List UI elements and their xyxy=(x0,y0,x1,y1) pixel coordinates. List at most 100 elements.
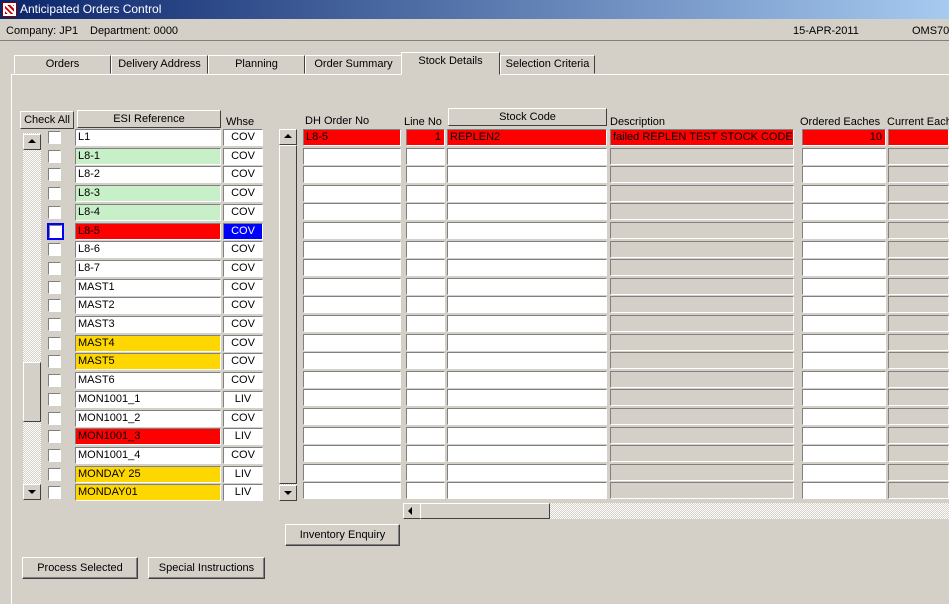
whse-cell[interactable]: COV xyxy=(223,335,263,352)
row-checkbox[interactable] xyxy=(48,299,61,312)
row-checkbox[interactable] xyxy=(48,393,61,406)
dh-order-cell[interactable] xyxy=(303,241,401,258)
ordered-eaches-cell[interactable] xyxy=(802,464,886,481)
ordered-eaches-cell[interactable] xyxy=(802,445,886,462)
row-checkbox[interactable] xyxy=(48,206,61,219)
ordered-eaches-cell[interactable] xyxy=(802,427,886,444)
ordered-eaches-cell[interactable] xyxy=(802,371,886,388)
description-cell[interactable] xyxy=(610,389,794,406)
tab-planning[interactable]: Planning xyxy=(208,55,305,74)
current-eaches-cell[interactable] xyxy=(888,241,949,258)
whse-cell[interactable]: COV xyxy=(223,148,263,165)
whse-cell[interactable]: LIV xyxy=(223,466,263,483)
whse-cell[interactable]: COV xyxy=(223,223,263,240)
stock-code-cell[interactable] xyxy=(447,389,607,406)
row-checkbox[interactable] xyxy=(48,131,61,144)
line-no-cell[interactable] xyxy=(406,408,445,425)
line-no-cell[interactable] xyxy=(406,334,445,351)
current-eaches-cell[interactable] xyxy=(888,129,949,146)
current-eaches-cell[interactable] xyxy=(888,315,949,332)
whse-cell[interactable]: COV xyxy=(223,279,263,296)
esi-reference-cell[interactable]: MON1001_3 xyxy=(75,428,221,445)
esi-reference-cell[interactable]: L8-7 xyxy=(75,260,221,277)
dh-order-cell[interactable]: L8-5 xyxy=(303,129,401,146)
dh-order-cell[interactable] xyxy=(303,296,401,313)
ordered-eaches-cell[interactable] xyxy=(802,334,886,351)
inventory-enquiry-button[interactable]: Inventory Enquiry xyxy=(285,524,400,546)
current-eaches-cell[interactable] xyxy=(888,371,949,388)
line-no-cell[interactable] xyxy=(406,166,445,183)
check-all-button[interactable]: Check All xyxy=(20,111,74,129)
current-eaches-cell[interactable] xyxy=(888,408,949,425)
ordered-eaches-cell[interactable] xyxy=(802,222,886,239)
row-checkbox[interactable] xyxy=(48,430,61,443)
tab-stock-details[interactable]: Stock Details xyxy=(401,52,500,75)
row-checkbox[interactable] xyxy=(48,355,61,368)
line-no-cell[interactable] xyxy=(406,482,445,499)
esi-reference-cell[interactable]: L8-1 xyxy=(75,148,221,165)
whse-cell[interactable]: COV xyxy=(223,316,263,333)
special-instructions-button[interactable]: Special Instructions xyxy=(148,557,265,579)
row-checkbox[interactable] xyxy=(48,374,61,387)
current-eaches-cell[interactable] xyxy=(888,389,949,406)
stock-code-cell[interactable] xyxy=(447,259,607,276)
row-checkbox[interactable] xyxy=(48,243,61,256)
whse-cell[interactable]: LIV xyxy=(223,428,263,445)
line-no-cell[interactable] xyxy=(406,259,445,276)
ordered-eaches-cell[interactable] xyxy=(802,148,886,165)
whse-cell[interactable]: COV xyxy=(223,185,263,202)
esi-reference-cell[interactable]: MAST5 xyxy=(75,353,221,370)
whse-cell[interactable]: LIV xyxy=(223,484,263,501)
stock-code-cell[interactable] xyxy=(447,482,607,499)
stock-code-header[interactable]: Stock Code xyxy=(448,108,607,126)
line-no-cell[interactable] xyxy=(406,427,445,444)
left-scroll-up-icon[interactable] xyxy=(23,134,41,150)
description-cell[interactable] xyxy=(610,166,794,183)
esi-reference-cell[interactable]: L8-4 xyxy=(75,204,221,221)
dh-order-cell[interactable] xyxy=(303,427,401,444)
esi-reference-cell[interactable]: MAST3 xyxy=(75,316,221,333)
ordered-eaches-cell[interactable] xyxy=(802,296,886,313)
description-cell[interactable] xyxy=(610,482,794,499)
current-eaches-cell[interactable] xyxy=(888,185,949,202)
esi-reference-cell[interactable]: L8-6 xyxy=(75,241,221,258)
ordered-eaches-cell[interactable] xyxy=(802,203,886,220)
row-checkbox[interactable] xyxy=(48,449,61,462)
row-checkbox[interactable] xyxy=(48,337,61,350)
ordered-eaches-cell[interactable]: 10 xyxy=(802,129,886,146)
line-no-cell[interactable] xyxy=(406,371,445,388)
process-selected-button[interactable]: Process Selected xyxy=(22,557,138,579)
stock-code-cell[interactable] xyxy=(447,427,607,444)
whse-cell[interactable]: COV xyxy=(223,353,263,370)
dh-order-cell[interactable] xyxy=(303,352,401,369)
esi-reference-cell[interactable]: L1 xyxy=(75,129,221,146)
esi-reference-cell[interactable]: MAST1 xyxy=(75,279,221,296)
stock-code-cell[interactable] xyxy=(447,352,607,369)
stock-code-cell[interactable] xyxy=(447,166,607,183)
row-checkbox[interactable] xyxy=(48,187,61,200)
description-cell[interactable] xyxy=(610,241,794,258)
row-checkbox[interactable] xyxy=(48,262,61,275)
stock-code-cell[interactable] xyxy=(447,185,607,202)
current-eaches-cell[interactable] xyxy=(888,148,949,165)
ordered-eaches-cell[interactable] xyxy=(802,185,886,202)
current-eaches-cell[interactable] xyxy=(888,296,949,313)
ordered-eaches-cell[interactable] xyxy=(802,315,886,332)
whse-cell[interactable]: COV xyxy=(223,410,263,427)
tab-selection-criteria[interactable]: Selection Criteria xyxy=(500,55,595,74)
description-cell[interactable] xyxy=(610,427,794,444)
esi-reference-cell[interactable]: L8-5 xyxy=(75,223,221,240)
dh-order-cell[interactable] xyxy=(303,464,401,481)
line-no-cell[interactable] xyxy=(406,203,445,220)
row-checkbox[interactable] xyxy=(48,468,61,481)
line-no-cell[interactable] xyxy=(406,445,445,462)
description-cell[interactable] xyxy=(610,185,794,202)
dh-order-cell[interactable] xyxy=(303,185,401,202)
line-no-cell[interactable] xyxy=(406,352,445,369)
esi-reference-cell[interactable]: MON1001_4 xyxy=(75,447,221,464)
stock-code-cell[interactable] xyxy=(447,296,607,313)
dh-order-cell[interactable] xyxy=(303,278,401,295)
current-eaches-cell[interactable] xyxy=(888,259,949,276)
current-eaches-cell[interactable] xyxy=(888,222,949,239)
row-checkbox[interactable] xyxy=(48,412,61,425)
